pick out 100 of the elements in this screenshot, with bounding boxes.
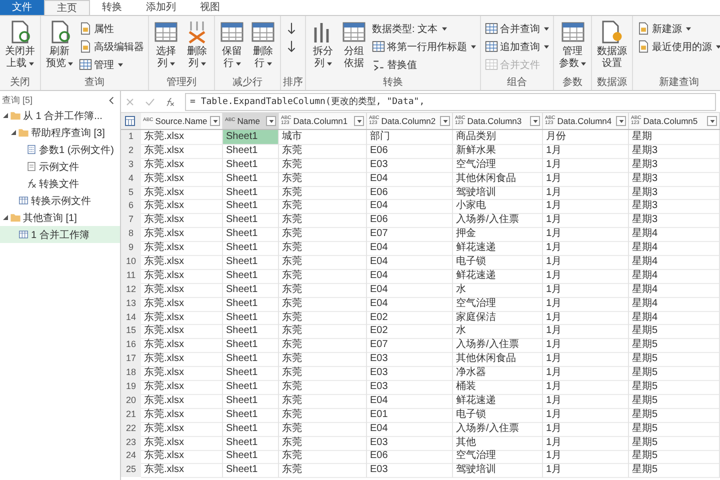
query-item[interactable]: 帮助程序查询 [3] [0,124,120,141]
filter-button[interactable] [707,116,717,126]
table-menu-button[interactable] [121,113,141,129]
caret-icon [68,62,73,66]
ribbon-button[interactable]: 替换值 [370,56,478,73]
chevron-left-icon[interactable] [109,96,114,104]
caret-icon [326,62,332,66]
filter-button[interactable] [440,116,450,126]
filter-button[interactable] [266,116,276,126]
table-cell: 东莞 [279,199,367,214]
table-icon [79,58,92,71]
ribbon-button[interactable]: 关闭并 上载 [2,18,38,72]
ribbon-tab[interactable]: 文件 [0,0,44,15]
ribbon-button[interactable]: 分组 依据 [339,18,369,72]
table-cell: 星期 [629,130,720,145]
table-cell: 星期4 [629,241,720,256]
ribbon-tab[interactable]: 转换 [90,0,134,15]
ribbon-button[interactable]: 属性 [77,20,146,37]
ribbon-button[interactable]: 数据类型: 文本 [370,20,478,37]
table-cell: 东莞.xlsx [141,310,223,326]
caret-icon [618,120,624,122]
table-cell: 1月 [543,338,629,354]
query-item[interactable]: 转换文件 [0,175,120,192]
table-cell: Sheet1 [223,172,279,187]
ribbon-tab[interactable]: 主页 [44,0,90,15]
table-cell: 电子锁 [453,255,543,270]
ribbon-button[interactable]: 合并查询 [483,20,551,37]
table-icon [18,195,29,206]
ribbon-button[interactable]: 保留 行 [217,18,247,72]
table-cell: 东莞 [279,144,367,159]
ribbon-button[interactable]: 拆分 列 [308,18,338,72]
group-label: 关闭 [9,76,31,90]
table-cell: 星期3 [629,158,720,173]
table-cell: 东莞 [279,227,367,242]
ribbon-button[interactable]: 最近使用的源 [635,38,720,55]
row-number: 7 [121,213,141,228]
filter-button[interactable] [530,116,540,126]
ribbon-tab[interactable]: 添加列 [134,0,188,15]
table-cell: Sheet1 [223,310,279,326]
table-cell: 星期5 [629,352,720,368]
table-cell: 部门 [367,130,453,145]
table-cell: Sheet1 [223,213,279,228]
ribbon-button[interactable]: 数据源 设置 [594,18,630,72]
button-label: 删除 [253,46,273,58]
query-item[interactable]: 转换示例文件 [0,192,120,209]
expander-icon[interactable] [11,130,16,135]
row-number: 20 [121,394,141,409]
table-cell: 1月 [543,436,629,450]
table-cell: 东莞 [279,158,367,173]
caret-icon [28,62,34,66]
row-number: 4 [121,172,141,187]
ribbon-tab[interactable]: 视图 [188,0,232,15]
ribbon-button[interactable]: 删除 行 [248,18,278,72]
filter-button[interactable] [354,116,364,126]
formula-field[interactable]: = Table.ExpandTableColumn(更改的类型, "Data", [185,92,716,110]
row-number: 13 [121,296,141,312]
check-icon[interactable] [145,96,155,106]
ribbon-button[interactable]: 将第一行用作标题 [370,38,478,55]
ribbon-button[interactable]: 高级编辑器 [77,38,146,55]
function-icon[interactable] [165,96,175,106]
expander-icon[interactable] [3,113,8,118]
table-cell: 东莞.xlsx [141,186,223,200]
table-cell: 东莞 [279,449,367,464]
table-cell: 水 [453,282,543,298]
filter-button[interactable] [616,116,626,126]
table-cell: 东莞 [279,310,367,326]
ribbon-button[interactable]: 管理 参数 [556,18,589,72]
ribbon-button[interactable]: 新建源 [635,20,720,37]
ribbon-button[interactable]: 删除 列 [182,18,212,72]
button-label: 拆分 [313,46,333,58]
table-cell: 1月 [543,199,629,214]
table-cell: 1月 [543,158,629,173]
table-cell: E02 [367,310,453,326]
table-cell: 1月 [543,186,629,200]
table-cell: 星期3 [629,186,720,200]
table-cell: 东莞 [279,436,367,450]
table-cell: E03 [367,366,453,382]
query-item[interactable]: 参数1 (示例文件) [0,141,120,158]
expander-icon[interactable] [3,215,8,220]
table-cell: Sheet1 [223,268,279,284]
table-cell: E03 [367,463,453,478]
query-item[interactable]: 从 1 合并工作簿... [0,107,120,124]
query-item[interactable]: 示例文件 [0,158,120,175]
query-item[interactable]: 1 合并工作簿 [0,226,120,243]
table-cell: 商品类别 [453,130,543,145]
filter-button[interactable] [210,116,220,126]
table-cell: 1月 [543,296,629,312]
query-item[interactable]: 其他查询 [1] [0,209,120,226]
table-cell: 其他 [453,436,543,450]
ribbon-button[interactable]: 追加查询 [483,38,551,55]
ribbon-button[interactable]: 管理 [77,56,146,73]
table-cell: Sheet1 [223,186,279,200]
ribbon-button[interactable]: 选择 列 [151,18,181,72]
table-cell: 东莞.xlsx [141,227,223,242]
table-cell: 东莞.xlsx [141,449,223,464]
button-label: 参数 [559,58,586,70]
table-cell: 星期5 [629,463,720,478]
ribbon-button[interactable]: 刷新 预览 [43,18,76,72]
button-label: 列 [158,58,174,70]
table-cell: E04 [367,172,453,187]
